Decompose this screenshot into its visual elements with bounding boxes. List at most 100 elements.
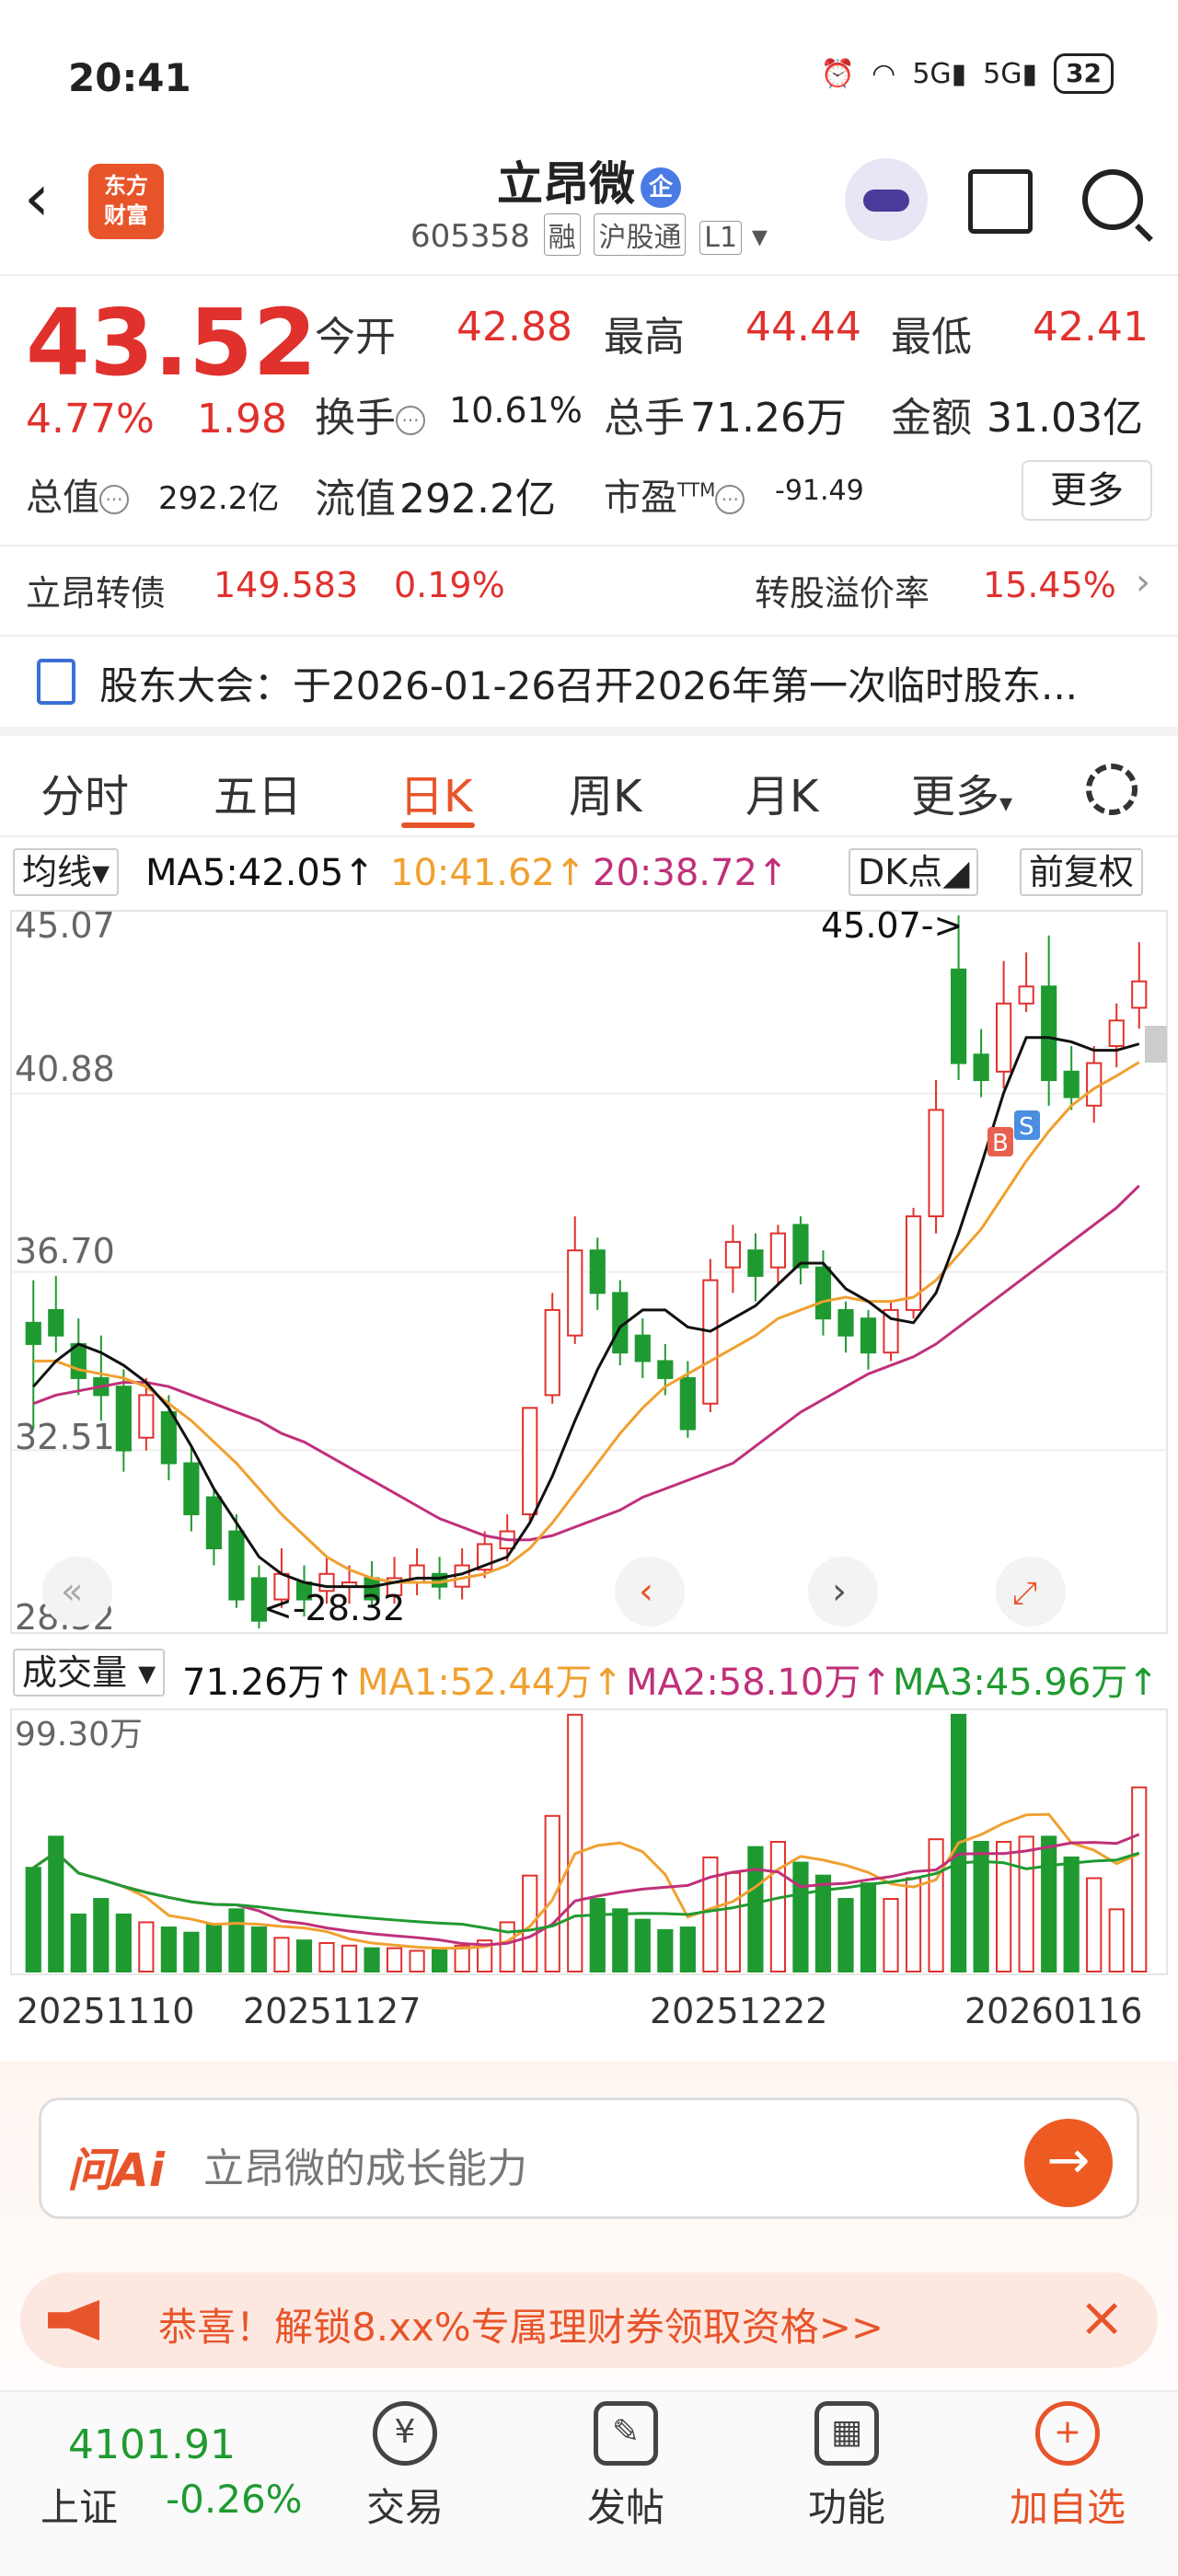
grid-icon: ▦ bbox=[814, 2401, 879, 2466]
candle bbox=[138, 1394, 155, 1439]
candle bbox=[996, 1002, 1012, 1073]
status-bar: 20:41 ⏰ ◠ 5G▮ 5G▮ 32 bbox=[0, 0, 1178, 138]
volume-bar bbox=[160, 1926, 177, 1973]
close-icon[interactable]: × bbox=[1079, 2285, 1125, 2350]
volume-bar bbox=[499, 1921, 515, 1972]
candle bbox=[928, 1109, 944, 1218]
kline-chart[interactable]: 45.07 40.88 36.70 32.51 28.32 45.07-> <-… bbox=[0, 906, 1178, 1638]
scroll-handle[interactable] bbox=[1145, 1026, 1167, 1063]
pe-label: 市盈TTM ··· bbox=[604, 467, 745, 521]
volume-bar bbox=[250, 1926, 268, 1973]
volume-value: 71.26万 bbox=[690, 395, 847, 442]
gear-icon[interactable] bbox=[1086, 764, 1138, 815]
volume-bars bbox=[25, 1713, 1148, 1973]
volume-bar bbox=[522, 1874, 538, 1973]
search-icon[interactable] bbox=[1082, 169, 1143, 230]
more-button[interactable]: 更多 bbox=[1022, 460, 1152, 521]
volume-bar bbox=[589, 1898, 606, 1972]
volume-chart[interactable]: 99.30万 bbox=[0, 1707, 1178, 1983]
volume-bar bbox=[1131, 1786, 1148, 1973]
candle bbox=[544, 1308, 560, 1397]
tab-monthly-k[interactable]: 月K bbox=[745, 760, 818, 824]
volume-bar bbox=[724, 1871, 741, 1972]
volume-bar bbox=[364, 1947, 380, 1972]
ai-search-input[interactable]: 立昂微的成长能力 bbox=[203, 2135, 527, 2194]
candle bbox=[634, 1334, 651, 1363]
volume-ymax: 99.30万 bbox=[15, 1716, 143, 1754]
mcap-value: 292.2亿 bbox=[158, 480, 280, 517]
volume-bar bbox=[679, 1926, 696, 1973]
fullscreen-glyph: ⤢ bbox=[1012, 1575, 1037, 1612]
info-icon[interactable]: ··· bbox=[99, 485, 129, 514]
nav-add-watchlist[interactable]: + 加自选 bbox=[994, 2401, 1141, 2533]
volume-bar bbox=[25, 1867, 41, 1973]
bond-price: 149.583 bbox=[214, 565, 359, 605]
vol-ma2: MA2:58.10万↑ bbox=[626, 1662, 892, 1704]
volume-bar bbox=[295, 1939, 313, 1973]
tab-five-day[interactable]: 五日 bbox=[214, 760, 302, 824]
stock-header: ‹ 东方 财富 立昂微企 605358 融 沪股通 L1 ▾ bbox=[0, 138, 1178, 276]
nav-functions[interactable]: ▦ 功能 bbox=[773, 2401, 920, 2533]
y-tick-3: 36.70 bbox=[15, 1231, 115, 1271]
divider bbox=[0, 727, 1178, 736]
ai-search-box[interactable]: 问Ai 立昂微的成长能力 → bbox=[39, 2098, 1139, 2219]
clock: 20:41 bbox=[68, 55, 191, 100]
info-icon[interactable]: ··· bbox=[715, 485, 745, 514]
volume-bar bbox=[409, 1949, 425, 1973]
volume-bar bbox=[883, 1898, 899, 1972]
tag-margin: 融 bbox=[543, 213, 581, 256]
share-icon[interactable] bbox=[968, 169, 1033, 234]
candle bbox=[1063, 1070, 1080, 1098]
arrow-right-icon[interactable]: → bbox=[1024, 2119, 1113, 2207]
chevron-right-icon: › bbox=[1136, 561, 1150, 604]
dropdown-icon: ▾ bbox=[999, 788, 1013, 818]
volume-bar bbox=[792, 1861, 809, 1972]
candle bbox=[792, 1224, 809, 1269]
promo-banner[interactable]: 恭喜！解锁8.xx%专属理财券领取资格>> × bbox=[20, 2272, 1158, 2368]
date-label: 20251222 bbox=[650, 1991, 828, 2031]
wifi-icon: ◠ bbox=[872, 57, 896, 90]
edit-icon: ✎ bbox=[594, 2401, 658, 2466]
tab-weekly-k[interactable]: 周K bbox=[569, 760, 641, 824]
change-value: 1.98 bbox=[197, 396, 287, 443]
nav-trade[interactable]: ¥ 交易 bbox=[331, 2401, 479, 2533]
ma5-value: MA5:42.05↑ bbox=[145, 852, 375, 894]
tab-intraday[interactable]: 分时 bbox=[40, 760, 129, 824]
date-label: 20260116 bbox=[964, 1991, 1143, 2031]
candle bbox=[522, 1407, 538, 1516]
last-price: 43.52 bbox=[26, 289, 318, 397]
turnover-value: 10.61% bbox=[449, 390, 583, 431]
fast-back-glyph: « bbox=[61, 1570, 83, 1613]
signal-icon-1: 5G▮ bbox=[912, 57, 967, 90]
volume-select[interactable]: 成交量 ▾ bbox=[13, 1649, 166, 1696]
battery-icon: 32 bbox=[1054, 53, 1114, 94]
volume-bar bbox=[1063, 1856, 1080, 1972]
volume-bar bbox=[702, 1856, 719, 1972]
dropdown-icon[interactable]: ▾ bbox=[752, 218, 768, 255]
signal-icon-2: 5G▮ bbox=[983, 57, 1038, 90]
volume-bar bbox=[228, 1908, 245, 1972]
amount-label: 金额 bbox=[891, 395, 972, 442]
high-label: 最高 bbox=[604, 314, 685, 361]
divider bbox=[0, 545, 1178, 546]
info-icon[interactable]: ··· bbox=[396, 406, 425, 435]
tab-more[interactable]: 更多▾ bbox=[911, 760, 1012, 824]
dk-select[interactable]: DK点◢ bbox=[849, 848, 979, 896]
high-annotation: 45.07-> bbox=[821, 906, 963, 946]
ma-select[interactable]: 均线▾ bbox=[13, 848, 120, 896]
adjust-select[interactable]: 前复权 bbox=[1020, 848, 1144, 896]
volume-bar bbox=[634, 1918, 651, 1973]
volume-bar bbox=[138, 1921, 155, 1972]
low-value: 42.41 bbox=[1033, 304, 1149, 351]
stock-code: 605358 bbox=[410, 218, 530, 255]
float-label: 流值 bbox=[315, 476, 396, 523]
tab-daily-k[interactable]: 日K bbox=[399, 760, 472, 824]
yuan-icon: ¥ bbox=[373, 2401, 437, 2466]
date-label: 20251127 bbox=[243, 1991, 422, 2031]
assistant-avatar-icon[interactable] bbox=[845, 158, 928, 241]
nav-post[interactable]: ✎ 发帖 bbox=[552, 2401, 699, 2533]
candle bbox=[747, 1249, 764, 1277]
volume-bar bbox=[273, 1937, 290, 1972]
volume-bar bbox=[657, 1928, 674, 1972]
open-label: 今开 bbox=[315, 314, 396, 361]
